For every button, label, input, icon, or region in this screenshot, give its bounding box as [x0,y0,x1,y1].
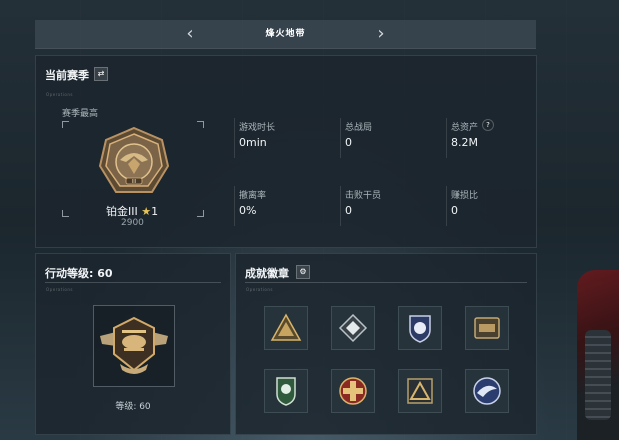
level-subtitle: Operations [46,287,73,292]
chevron-right-icon[interactable]: › [371,23,391,45]
bunker-badge-icon[interactable] [465,306,509,350]
green-shield-badge-icon[interactable] [264,369,308,413]
stat-label: 游戏时长 [239,123,276,133]
stat-label: 赚损比 [451,191,479,201]
achievements-subtitle: Operations [246,287,273,292]
achievements-title: 成就徽章 [245,267,289,280]
season-subtitle: Operations [46,92,73,97]
stat-value: 0 [345,136,352,149]
level-title: 行动等级: 60 [45,267,113,280]
stat-divider [234,186,235,226]
stat-divider [340,186,341,226]
stat-label: 击败干员 [345,191,382,201]
triangle-badge-icon[interactable] [398,369,442,413]
mountain-badge-icon[interactable] [264,306,308,350]
level-panel: 行动等级: 60 Operations 等级: 60 [35,253,231,435]
stat-label: 总战局 [345,123,373,133]
stat-value: 8.2M [451,136,478,149]
rank-name: 铂金III [106,205,138,218]
star-icon: ★ [141,205,152,218]
diamond-badge-icon[interactable] [331,306,375,350]
frame-corner [62,210,69,217]
divider [245,282,527,283]
stat-divider [340,118,341,158]
rank-emblem-icon: III [98,126,170,198]
season-best-label: 赛季最高 [62,109,99,119]
red-cross-badge-icon[interactable] [331,369,375,413]
mode-title: 烽火地带 [265,29,306,39]
frame-corner [197,121,204,128]
svg-text:III: III [132,179,136,185]
helicopter-emblem-icon [100,316,168,374]
stat-value: 0 [345,204,352,217]
frame-corner [62,121,69,128]
achievements-panel: 成就徽章 ⚙ Operations [235,253,537,435]
stat-label: 撤离率 [239,191,267,201]
gear-icon[interactable]: ⚙ [296,265,310,279]
divider [45,282,221,283]
frame-corner [197,210,204,217]
season-title: 当前赛季 [45,69,89,82]
rank-name-row: 铂金III ★1 [106,203,158,219]
stat-value: 0min [239,136,267,149]
stat-divider [446,186,447,226]
help-icon[interactable]: ? [482,119,494,131]
stat-value: 0 [451,204,458,217]
blue-wing-badge-icon[interactable] [465,369,509,413]
swap-icon[interactable]: ⇄ [94,67,108,81]
stat-value: 0% [239,204,257,217]
stat-divider [446,118,447,158]
character-arm-decoration [577,270,619,440]
stat-label: 总资产 [451,123,479,133]
mode-selector-bar: ‹ 烽火地带 › [35,20,536,49]
season-panel: 当前赛季 ⇄ Operations 赛季最高 III 铂金III ★1 2900… [35,55,537,248]
level-emblem-frame [93,305,175,387]
level-text: 等级: 60 [115,402,151,412]
rank-star-count: 1 [151,205,159,218]
eagle-shield-badge-icon[interactable] [398,306,442,350]
stat-divider [234,118,235,158]
rank-score: 2900 [121,218,144,228]
